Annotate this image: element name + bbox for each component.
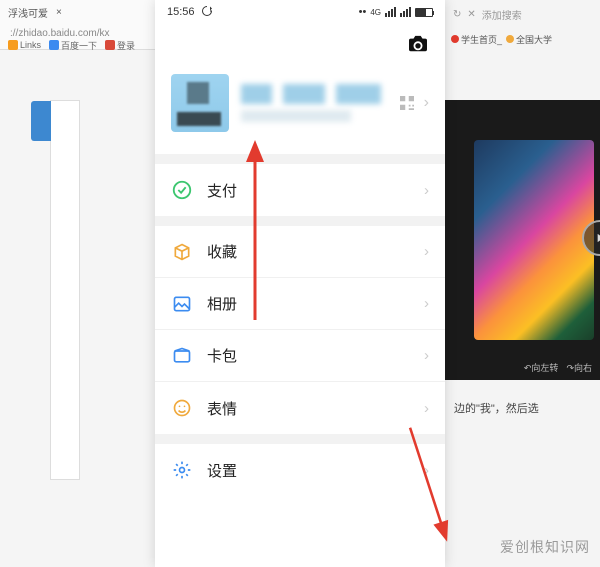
chevron-right-icon: › — [424, 347, 429, 364]
phone-screen: 15:56 •• 4G › — [155, 0, 445, 567]
profile-name-redacted — [241, 84, 381, 104]
status-dots-icon: •• — [359, 6, 367, 18]
status-bar: 15:56 •• 4G — [155, 0, 445, 24]
rotate-right[interactable]: ↷向右 — [566, 361, 592, 374]
chevron-right-icon: › — [424, 182, 429, 199]
menu-item-album[interactable]: 相册 › — [155, 278, 445, 330]
video-thumbnail — [474, 140, 594, 340]
menu-label: 相册 — [207, 293, 410, 314]
qr-code-icon[interactable] — [400, 96, 414, 110]
right-tab-strip: 学生首页_ 全国大学 — [445, 28, 600, 50]
cube-icon — [171, 241, 193, 263]
chevron-right-icon: › — [424, 400, 429, 417]
right-controls: ↻ ✕ 添加搜索 — [445, 0, 600, 28]
wallet-icon — [171, 345, 193, 367]
left-panel-handle[interactable] — [31, 101, 51, 141]
menu-label: 表情 — [207, 398, 410, 419]
bookmark-links[interactable]: Links — [8, 40, 41, 50]
menu-group-1: 支付 › — [155, 164, 445, 216]
bookmark-baidu[interactable]: 百度一下 — [49, 39, 97, 52]
smile-icon — [171, 397, 193, 419]
menu-label: 卡包 — [207, 345, 410, 366]
watermark: 爱创根知识网 — [500, 537, 590, 557]
profile-id-redacted — [241, 110, 351, 122]
pay-icon — [171, 179, 193, 201]
bookmarks-bar: Links 百度一下 登录 — [0, 36, 143, 54]
video-player[interactable]: ✕ ↶向左转 ↷向右 — [445, 100, 600, 380]
image-icon — [171, 293, 193, 315]
bookmark-login[interactable]: 登录 — [105, 39, 135, 52]
signal-icon — [385, 7, 396, 17]
video-rotate-controls: ↶向左转 ↷向右 — [524, 361, 592, 374]
menu-label: 支付 — [207, 180, 410, 201]
left-side-panel — [50, 100, 80, 480]
status-sync-icon — [201, 5, 213, 20]
signal-icon-2 — [400, 7, 411, 17]
chevron-right-icon: › — [424, 462, 429, 479]
menu-item-cards[interactable]: 卡包 › — [155, 330, 445, 382]
search-prompt[interactable]: 添加搜索 — [482, 7, 522, 22]
gear-icon — [171, 459, 193, 481]
chevron-right-icon: › — [424, 295, 429, 312]
close-icon[interactable]: ✕ — [467, 9, 475, 20]
section-divider — [155, 216, 445, 226]
battery-icon — [415, 8, 433, 17]
menu-label: 收藏 — [207, 241, 410, 262]
menu-item-pay[interactable]: 支付 › — [155, 164, 445, 216]
section-divider — [155, 154, 445, 164]
rotate-left[interactable]: ↶向左转 — [524, 361, 559, 374]
menu-group-2: 收藏 › 相册 › 卡包 › 表情 › — [155, 226, 445, 434]
tab-close-icon[interactable]: × — [56, 7, 62, 18]
refresh-icon[interactable]: ↻ — [453, 9, 461, 20]
avatar — [171, 74, 229, 132]
menu-item-settings[interactable]: 设置 › — [155, 444, 445, 496]
menu-label: 设置 — [207, 460, 410, 481]
tab-university[interactable]: 全国大学 — [506, 33, 552, 46]
article-snippet: 边的"我"，然后选 — [454, 400, 594, 416]
tab-student[interactable]: 学生首页_ — [451, 33, 502, 46]
chevron-right-icon: › — [424, 94, 429, 112]
profile-card[interactable]: › — [155, 64, 445, 154]
menu-group-3: 设置 › — [155, 444, 445, 496]
menu-item-favorites[interactable]: 收藏 › — [155, 226, 445, 278]
menu-item-stickers[interactable]: 表情 › — [155, 382, 445, 434]
camera-icon[interactable] — [407, 35, 429, 53]
section-divider — [155, 434, 445, 444]
status-network: 4G — [370, 8, 381, 17]
tab-title: 浮浅可爱 — [8, 5, 48, 20]
status-time: 15:56 — [167, 6, 195, 18]
chevron-right-icon: › — [424, 243, 429, 260]
profile-name-block — [241, 84, 388, 122]
header-row — [155, 24, 445, 64]
